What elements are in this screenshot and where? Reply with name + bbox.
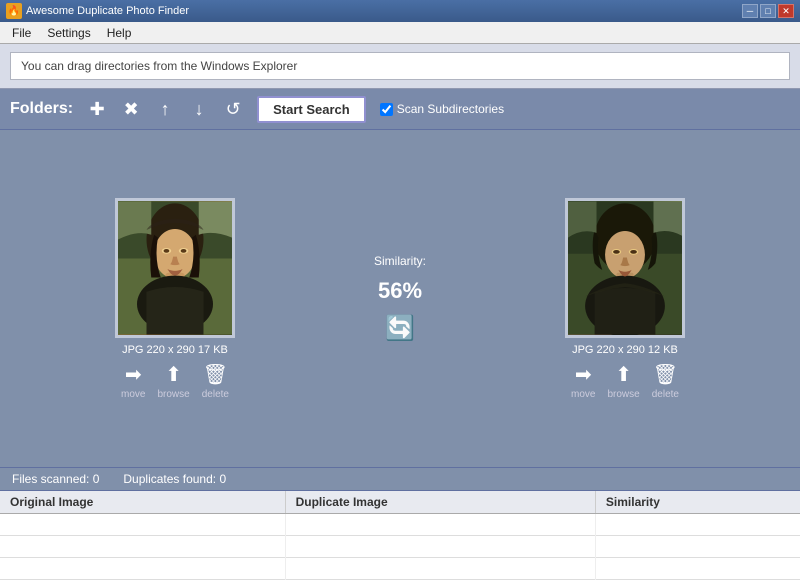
similarity-value: 56% (378, 278, 422, 304)
right-image-svg (568, 201, 682, 335)
col-duplicate-image: Duplicate Image (285, 491, 595, 514)
start-search-button[interactable]: Start Search (257, 96, 366, 123)
menu-settings[interactable]: Settings (39, 24, 98, 42)
left-browse-icon: ⬆ (165, 362, 182, 387)
scan-subdirs-checkbox[interactable] (380, 103, 393, 116)
right-move-action[interactable]: ➡ move (571, 362, 595, 400)
left-image-frame (115, 198, 235, 338)
refresh-button[interactable]: ↺ (219, 95, 247, 123)
add-folder-button[interactable]: ✚ (83, 95, 111, 123)
col-original-image: Original Image (0, 491, 285, 514)
right-move-label: move (571, 389, 595, 400)
swap-button[interactable]: 🔄 (385, 314, 415, 343)
drag-hint-text: You can drag directories from the Window… (21, 59, 297, 73)
right-image-info: JPG 220 x 290 12 KB (572, 344, 678, 356)
app-title: Awesome Duplicate Photo Finder (26, 5, 738, 17)
right-delete-action[interactable]: 🗑 delete (652, 362, 679, 400)
table-row (0, 536, 800, 558)
left-image-actions: ➡ move ⬆ browse 🗑 delete (121, 362, 229, 400)
right-image-actions: ➡ move ⬆ browse 🗑 delete (571, 362, 679, 400)
center-similarity-panel: Similarity: 56% 🔄 (340, 140, 460, 457)
results-body (0, 514, 800, 580)
comparison-area: JPG 220 x 290 17 KB ➡ move ⬆ browse 🗑 de… (0, 130, 800, 467)
left-delete-action[interactable]: 🗑 delete (202, 362, 229, 400)
move-up-button[interactable]: ↑ (151, 95, 179, 123)
title-bar: 🔥 Awesome Duplicate Photo Finder ─ □ ✕ (0, 0, 800, 22)
left-move-action[interactable]: ➡ move (121, 362, 145, 400)
similarity-label: Similarity: (374, 254, 426, 268)
files-scanned-status: Files scanned: 0 (12, 472, 99, 486)
table-row (0, 514, 800, 536)
duplicates-found-status: Duplicates found: 0 (123, 472, 226, 486)
right-browse-icon: ⬆ (615, 362, 632, 387)
right-image-frame (565, 198, 685, 338)
folders-toolbar: Folders: ✚ ✖ ↑ ↓ ↺ Start Search Scan Sub… (0, 88, 800, 130)
close-button[interactable]: ✕ (778, 4, 794, 18)
scan-subdirs-text: Scan Subdirectories (397, 102, 504, 116)
right-move-icon: ➡ (575, 362, 592, 387)
left-image-panel: JPG 220 x 290 17 KB ➡ move ⬆ browse 🗑 de… (10, 140, 340, 457)
right-image-panel: JPG 220 x 290 12 KB ➡ move ⬆ browse 🗑 de… (460, 140, 790, 457)
drag-hint: You can drag directories from the Window… (10, 52, 790, 80)
left-delete-label: delete (202, 389, 229, 400)
maximize-button[interactable]: □ (760, 4, 776, 18)
right-browse-action[interactable]: ⬆ browse (607, 362, 639, 400)
move-down-button[interactable]: ↓ (185, 95, 213, 123)
menu-file[interactable]: File (4, 24, 39, 42)
right-delete-icon: 🗑 (653, 362, 678, 387)
menu-help[interactable]: Help (99, 24, 140, 42)
results-grid: Original Image Duplicate Image Similarit… (0, 491, 800, 580)
scan-subdirs-label: Scan Subdirectories (380, 102, 504, 116)
results-table: Original Image Duplicate Image Similarit… (0, 491, 800, 580)
left-move-icon: ➡ (125, 362, 142, 387)
app-icon: 🔥 (6, 3, 22, 19)
remove-folder-button[interactable]: ✖ (117, 95, 145, 123)
right-delete-label: delete (652, 389, 679, 400)
window-controls: ─ □ ✕ (742, 4, 794, 18)
status-bar: Files scanned: 0 Duplicates found: 0 (0, 467, 800, 491)
menu-bar: File Settings Help (0, 22, 800, 44)
left-browse-action[interactable]: ⬆ browse (157, 362, 189, 400)
col-similarity: Similarity (595, 491, 800, 514)
left-move-label: move (121, 389, 145, 400)
left-image-svg (118, 201, 232, 335)
folders-label: Folders: (10, 100, 73, 118)
left-image-info: JPG 220 x 290 17 KB (122, 344, 228, 356)
window-body: You can drag directories from the Window… (0, 44, 800, 580)
left-browse-label: browse (157, 389, 189, 400)
table-row (0, 558, 800, 580)
right-browse-label: browse (607, 389, 639, 400)
minimize-button[interactable]: ─ (742, 4, 758, 18)
table-header-row: Original Image Duplicate Image Similarit… (0, 491, 800, 514)
left-delete-icon: 🗑 (203, 362, 228, 387)
